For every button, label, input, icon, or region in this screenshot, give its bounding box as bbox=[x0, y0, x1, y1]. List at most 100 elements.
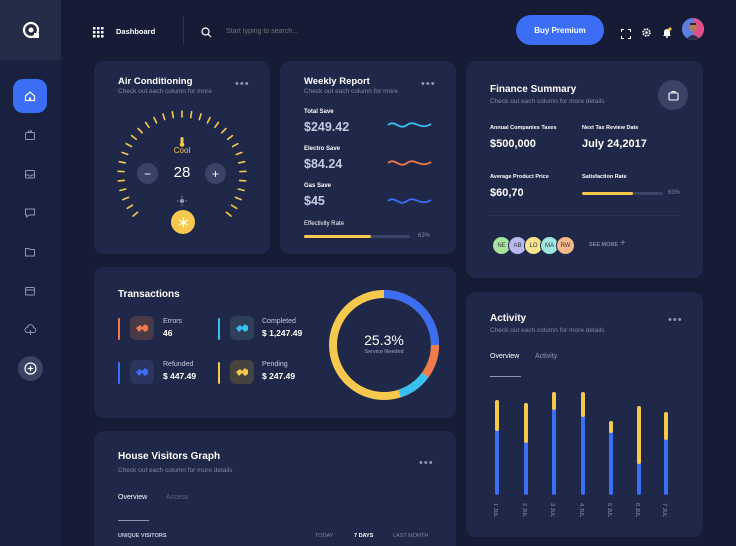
dial-tick bbox=[214, 121, 220, 129]
notification-bell-icon[interactable] bbox=[662, 25, 672, 43]
transactions-card: Transactions Errors 46 Completed $ 1,247… bbox=[94, 267, 456, 418]
satisfaction-rate-label: Satisfaction Rate bbox=[582, 174, 627, 180]
transaction-tile[interactable] bbox=[230, 360, 254, 384]
tab-overview[interactable]: Overview bbox=[118, 494, 147, 501]
decrease-temp-button[interactable]: − bbox=[137, 163, 158, 184]
nav-briefcase[interactable] bbox=[13, 118, 47, 152]
date-label: 2 JUL bbox=[521, 503, 527, 518]
team-avatar[interactable]: RW bbox=[556, 236, 575, 255]
increase-temp-button[interactable]: + bbox=[205, 163, 226, 184]
header-divider bbox=[183, 17, 184, 45]
cloud-upload-icon bbox=[24, 324, 36, 335]
search-icon[interactable] bbox=[201, 25, 212, 43]
stat-value: $500,000 bbox=[490, 138, 536, 150]
dial-tick bbox=[231, 142, 239, 148]
plus-circle-icon bbox=[24, 362, 37, 375]
dial-tick bbox=[237, 160, 246, 164]
stat-label: Next Tax Review Date bbox=[582, 125, 639, 131]
dial-tick bbox=[237, 188, 245, 192]
nav-inbox[interactable] bbox=[13, 157, 47, 191]
transaction-tile[interactable] bbox=[230, 316, 254, 340]
transaction-value: $ 1,247.49 bbox=[262, 328, 303, 338]
nav-home[interactable] bbox=[13, 79, 47, 113]
wallet-icon bbox=[25, 287, 35, 296]
electro-save-sparkline bbox=[387, 160, 432, 166]
dial-tick bbox=[206, 116, 211, 124]
inbox-icon bbox=[25, 170, 35, 179]
accent-line bbox=[118, 362, 120, 384]
home-icon bbox=[24, 91, 36, 102]
activity-bar-yellow[interactable] bbox=[552, 392, 556, 410]
satisfaction-rate-fill bbox=[582, 192, 634, 195]
weekly-report-card: Weekly Report Check out each column for … bbox=[280, 61, 456, 254]
dial-tick bbox=[125, 142, 133, 148]
transaction-tile[interactable] bbox=[130, 360, 154, 384]
transaction-icon bbox=[236, 324, 248, 332]
buy-premium-button[interactable]: Buy Premium bbox=[516, 15, 604, 45]
nav-folder[interactable] bbox=[13, 235, 47, 269]
activity-bar-yellow[interactable] bbox=[524, 403, 528, 443]
add-button[interactable] bbox=[18, 356, 43, 381]
activity-bar-yellow[interactable] bbox=[581, 392, 585, 417]
activity-bar-yellow[interactable] bbox=[495, 400, 499, 431]
see-more-link[interactable]: SEE MORE bbox=[589, 242, 618, 248]
card-subtitle: Check out each column for more details bbox=[118, 467, 233, 474]
dial-tick bbox=[238, 179, 247, 182]
effectivity-rate-value: 63% bbox=[418, 233, 431, 239]
card-title: Weekly Report bbox=[304, 76, 370, 87]
user-avatar[interactable] bbox=[682, 18, 704, 40]
activity-bar-yellow[interactable] bbox=[664, 412, 668, 440]
satisfaction-rate-value: 63% bbox=[668, 190, 681, 196]
search-input[interactable] bbox=[226, 23, 426, 39]
transaction-tile[interactable] bbox=[130, 316, 154, 340]
dial-tick bbox=[119, 188, 127, 192]
donut-value: 25.3% bbox=[364, 332, 404, 348]
more-options-icon[interactable]: ••• bbox=[235, 78, 250, 90]
more-options-icon[interactable]: ••• bbox=[421, 78, 436, 90]
nav-messages[interactable] bbox=[13, 196, 47, 230]
temperature-value: 28 bbox=[173, 164, 191, 181]
stat-label: Average Product Price bbox=[490, 174, 549, 180]
transaction-value: 46 bbox=[163, 328, 173, 338]
dial-tick bbox=[198, 113, 202, 121]
app-logo[interactable] bbox=[0, 0, 61, 60]
dial-tick bbox=[117, 179, 126, 182]
tab-overview[interactable]: Overview bbox=[490, 353, 519, 360]
dial-tick bbox=[132, 211, 139, 217]
dial-tick bbox=[144, 121, 150, 129]
card-title: Finance Summary bbox=[490, 84, 577, 95]
see-more-plus-icon[interactable]: + bbox=[620, 238, 626, 249]
activity-bar-yellow[interactable] bbox=[637, 406, 641, 464]
fullscreen-icon[interactable] bbox=[621, 26, 631, 44]
stat-value: $60,70 bbox=[490, 187, 524, 199]
transaction-value: $ 247.49 bbox=[262, 371, 296, 381]
briefcase-icon bbox=[25, 130, 35, 140]
tab-activity[interactable]: Activity bbox=[535, 353, 557, 360]
nav-cloud[interactable] bbox=[13, 313, 47, 347]
dial-tick bbox=[126, 204, 134, 210]
range-last-month[interactable]: LAST MONTH bbox=[393, 533, 428, 539]
report-value: $84.24 bbox=[304, 157, 343, 171]
dial-tick bbox=[171, 110, 175, 119]
folder-icon bbox=[25, 248, 35, 257]
apps-grid-icon[interactable] bbox=[93, 25, 104, 43]
tab-access[interactable]: Access bbox=[166, 494, 189, 501]
briefcase-button[interactable] bbox=[658, 80, 688, 110]
accent-line bbox=[118, 318, 120, 340]
more-options-icon[interactable]: ••• bbox=[419, 457, 434, 469]
range-today[interactable]: TODAY bbox=[315, 533, 333, 539]
donut-label: Service Needed bbox=[364, 349, 404, 355]
activity-bar-yellow[interactable] bbox=[609, 421, 613, 433]
more-options-icon[interactable]: ••• bbox=[668, 314, 683, 326]
dial-tick bbox=[137, 127, 143, 134]
date-label: 4 JUL bbox=[578, 503, 584, 518]
tab-indicator bbox=[490, 376, 521, 377]
dial-tick bbox=[225, 211, 232, 217]
snowflake-mode-button[interactable] bbox=[171, 210, 195, 234]
sidebar bbox=[0, 0, 61, 546]
range-7-days[interactable]: 7 DAYS bbox=[354, 533, 373, 539]
dashboard-label[interactable]: Dashboard bbox=[116, 27, 155, 36]
nav-wallet[interactable] bbox=[13, 274, 47, 308]
settings-gear-icon[interactable] bbox=[641, 25, 652, 43]
gas-save-sparkline bbox=[387, 198, 432, 204]
